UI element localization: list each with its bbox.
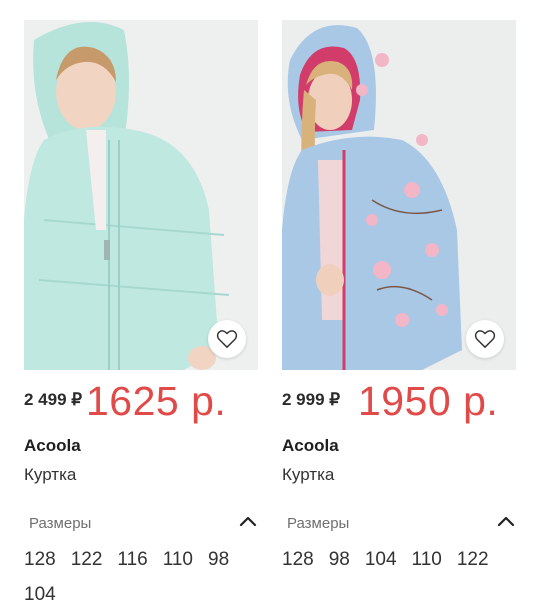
sale-price: 1950 р. xyxy=(358,378,499,424)
size-option[interactable]: 98 xyxy=(329,548,350,571)
size-option[interactable]: 116 xyxy=(117,548,147,571)
size-option[interactable]: 110 xyxy=(412,548,442,571)
product-image xyxy=(282,20,516,370)
product-photo[interactable] xyxy=(282,20,516,370)
sizes-header[interactable]: Размеры xyxy=(282,512,516,534)
product-type: Куртка xyxy=(24,465,77,484)
size-option[interactable]: 110 xyxy=(163,548,193,571)
size-option[interactable]: 122 xyxy=(71,548,103,571)
product-photo[interactable] xyxy=(24,20,258,370)
brand-name[interactable]: Acoola xyxy=(24,436,258,456)
chevron-up-icon[interactable] xyxy=(238,514,258,528)
size-option[interactable]: 128 xyxy=(282,548,314,571)
chevron-up-icon[interactable] xyxy=(496,514,516,528)
heart-icon xyxy=(474,330,496,348)
heart-icon xyxy=(216,330,238,348)
size-option[interactable]: 98 xyxy=(208,548,229,571)
sale-price: 1625 р. xyxy=(86,378,227,424)
size-option[interactable]: 104 xyxy=(365,548,397,571)
sizes-label: Размеры xyxy=(29,515,92,532)
sizes-list: 128 122 116 110 98 104 xyxy=(24,548,258,606)
size-option[interactable]: 104 xyxy=(24,583,56,606)
sizes-list: 128 98 104 110 122 xyxy=(282,548,516,571)
price-row: 2 999 ₽ 1950 р. xyxy=(282,370,516,430)
product-card[interactable]: 2 499 ₽ 1625 р. Acoola Куртка Размеры 12… xyxy=(24,20,258,606)
product-card[interactable]: 2 999 ₽ 1950 р. Acoola Куртка Размеры 12… xyxy=(282,20,516,571)
brand-name[interactable]: Acoola xyxy=(282,436,516,456)
favorite-button[interactable] xyxy=(208,320,246,358)
sizes-label: Размеры xyxy=(287,515,350,532)
old-price: 2 999 ₽ xyxy=(282,390,341,409)
favorite-button[interactable] xyxy=(466,320,504,358)
price-row: 2 499 ₽ 1625 р. xyxy=(24,370,258,430)
size-option[interactable]: 122 xyxy=(457,548,489,571)
product-type: Куртка xyxy=(282,465,335,484)
old-price: 2 499 ₽ xyxy=(24,390,83,409)
product-image xyxy=(24,20,258,370)
size-option[interactable]: 128 xyxy=(24,548,56,571)
sizes-header[interactable]: Размеры xyxy=(24,512,258,534)
